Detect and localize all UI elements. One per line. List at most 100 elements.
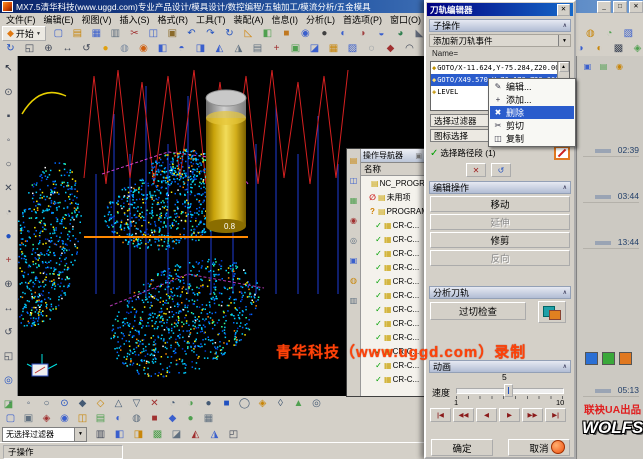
tool-icon[interactable]: ◆ — [164, 410, 181, 426]
menu-item[interactable]: 格式(R) — [154, 13, 193, 26]
close-icon[interactable]: ✕ — [557, 4, 570, 16]
pan-icon[interactable]: ↔ — [59, 41, 76, 57]
snap-vertex-icon[interactable]: ◆ — [74, 396, 91, 411]
filter-icon[interactable]: ◭ — [187, 426, 204, 442]
tree-item[interactable]: ✓ ▦ CR-C... — [361, 372, 424, 386]
snap-point-icon[interactable]: ⊙ — [56, 396, 73, 411]
snapshot-icon[interactable]: ▣ — [287, 41, 304, 57]
quadrant-snap-icon[interactable]: ◔ — [0, 204, 17, 220]
section-edit-operation[interactable]: 编辑操作 ∧ — [429, 181, 571, 194]
tool-icon[interactable]: ▦ — [200, 410, 217, 426]
context-menu-item[interactable]: ✖ 删除 — [490, 106, 574, 119]
trim-button[interactable]: 修剪 — [430, 232, 570, 248]
tree-item[interactable]: ✓ ▦ CR-C... — [361, 218, 424, 232]
resource-icon[interactable]: ▣ — [347, 254, 360, 267]
step-back-button[interactable]: ◀◀ — [453, 408, 474, 422]
snap-up-icon[interactable]: △ — [110, 396, 127, 411]
step-forward-button[interactable]: ▶▶ — [522, 408, 543, 422]
snap-dot-icon[interactable]: ● — [200, 396, 217, 411]
snap-down-icon[interactable]: ▽ — [128, 396, 145, 411]
tool-icon[interactable]: ◐ — [110, 410, 127, 426]
maximize-button[interactable]: □ — [613, 1, 627, 13]
perspective-icon[interactable]: ◮ — [230, 41, 247, 57]
redo-icon[interactable]: ↷ — [202, 26, 219, 42]
snap-mid-icon[interactable]: ◦ — [20, 396, 37, 411]
endpoint-snap-icon[interactable]: ▪ — [0, 108, 17, 124]
tool-icon[interactable]: ◠ — [401, 41, 418, 57]
front-view-icon[interactable]: ◧ — [154, 41, 171, 57]
play-backward-button[interactable]: ◀ — [476, 408, 497, 422]
zoom-in-icon[interactable]: ⊕ — [0, 276, 17, 292]
scroll-up-icon[interactable]: ▲ — [559, 62, 569, 72]
snap-center-icon[interactable]: ○ — [38, 396, 55, 411]
menu-item[interactable]: 视图(V) — [78, 13, 116, 26]
section-view-icon[interactable]: ◪ — [0, 396, 17, 412]
refresh-view-icon[interactable]: ↻ — [2, 41, 19, 57]
chapter-item[interactable]: 13:44 — [583, 236, 639, 249]
tree-item[interactable]: ✓ ▦ CR-C... — [361, 316, 424, 330]
tree-item[interactable]: ✓ ▦ CR-C... — [361, 246, 424, 260]
tool-icon[interactable]: ◈ — [639, 26, 643, 42]
sketch-icon[interactable]: ◺ — [240, 26, 257, 42]
snap-face-icon[interactable]: ◇ — [92, 396, 109, 411]
magnifier-icon[interactable]: ◎ — [0, 372, 17, 388]
tool-icon[interactable]: ▤ — [92, 410, 109, 426]
tool-icon[interactable]: ◫ — [74, 410, 91, 426]
role-icon[interactable]: ◔ — [601, 26, 618, 42]
context-menu-item[interactable]: ✎ 编辑... — [490, 80, 574, 93]
print-icon[interactable]: ▥ — [107, 26, 124, 42]
tool-icon[interactable]: ◉ — [56, 410, 73, 426]
tree-item[interactable]: ✓ ▦ CR-C... — [361, 274, 424, 288]
revolve-icon[interactable]: ◉ — [297, 26, 314, 42]
ok-button[interactable]: 确定 — [431, 439, 493, 456]
close-button[interactable]: ✕ — [629, 1, 643, 13]
gouge-check-icon-button[interactable] — [538, 301, 566, 323]
tool-icon[interactable]: ◍ — [128, 410, 145, 426]
app-icon[interactable] — [602, 352, 615, 365]
point-on-curve-icon[interactable]: ● — [0, 228, 17, 244]
pan-view-icon[interactable]: ↔ — [0, 300, 17, 316]
app-icon[interactable] — [585, 352, 598, 365]
deselect-button[interactable]: ✕ — [466, 163, 486, 177]
reverse-button[interactable]: 反向 — [430, 250, 570, 266]
tool-icon[interactable]: ◈ — [38, 410, 55, 426]
panel-icon[interactable]: ▤ — [597, 60, 610, 73]
snap-diamond-icon[interactable]: ◈ — [254, 396, 271, 411]
view-orient-icon[interactable]: ◍ — [582, 26, 599, 42]
tool-icon[interactable]: ▨ — [344, 41, 361, 57]
chapter-item[interactable]: 03:44 — [583, 190, 639, 203]
shaded-view-icon[interactable]: ● — [97, 41, 114, 57]
unite-icon[interactable]: ◐ — [335, 26, 352, 42]
snap-cross-icon[interactable]: ✕ — [146, 396, 163, 411]
tool-icon[interactable]: ▦ — [325, 41, 342, 57]
tree-item[interactable]: ✓ ▦ CR-C... — [361, 288, 424, 302]
extend-button[interactable]: 延伸 — [430, 214, 570, 230]
menu-item[interactable]: 插入(S) — [116, 13, 154, 26]
fit-view-icon[interactable]: ◱ — [21, 41, 38, 57]
snap-quad-icon[interactable]: ◔ — [164, 396, 181, 411]
hole-icon[interactable]: ● — [316, 26, 333, 42]
start-menu-button[interactable]: ◆ 开始 ▼ — [2, 26, 46, 41]
tree-item[interactable]: ∅ ▤ 未用项 — [361, 190, 424, 204]
reset-button[interactable]: ↺ — [491, 163, 511, 177]
dialog-title-bar[interactable]: 刀轨编辑器 ✕ — [427, 3, 573, 16]
menu-item[interactable]: 首选项(P) — [339, 13, 386, 26]
tree-item[interactable]: ? ▤ PROGRAM — [361, 204, 424, 218]
context-menu-item[interactable]: ◫ 复制 — [490, 132, 574, 145]
panel-icon[interactable]: ◉ — [613, 60, 626, 73]
filter-icon[interactable]: ◪ — [168, 426, 185, 442]
context-menu-item[interactable]: + 添加... — [490, 93, 574, 106]
rotate-icon[interactable]: ↺ — [0, 324, 17, 340]
section-sub-operation[interactable]: 子操作 ∧ — [429, 19, 571, 32]
cut-icon[interactable]: ✂ — [126, 26, 143, 42]
resource-icon[interactable]: ▥ — [347, 294, 360, 307]
open-file-icon[interactable]: ▤ — [69, 26, 86, 42]
layer-settings-icon[interactable]: ▤ — [249, 41, 266, 57]
tool-icon[interactable]: ▩ — [610, 41, 627, 57]
tree-item[interactable]: ✓ ▦ CR-C... — [361, 232, 424, 246]
panel-icon[interactable]: ▣ — [581, 60, 594, 73]
snap-ring-icon[interactable]: ◎ — [308, 396, 325, 411]
snap-half-icon[interactable]: ◑ — [182, 396, 199, 411]
intersection-snap-icon[interactable]: ✕ — [0, 180, 17, 196]
menu-item[interactable]: 装配(A) — [230, 13, 268, 26]
